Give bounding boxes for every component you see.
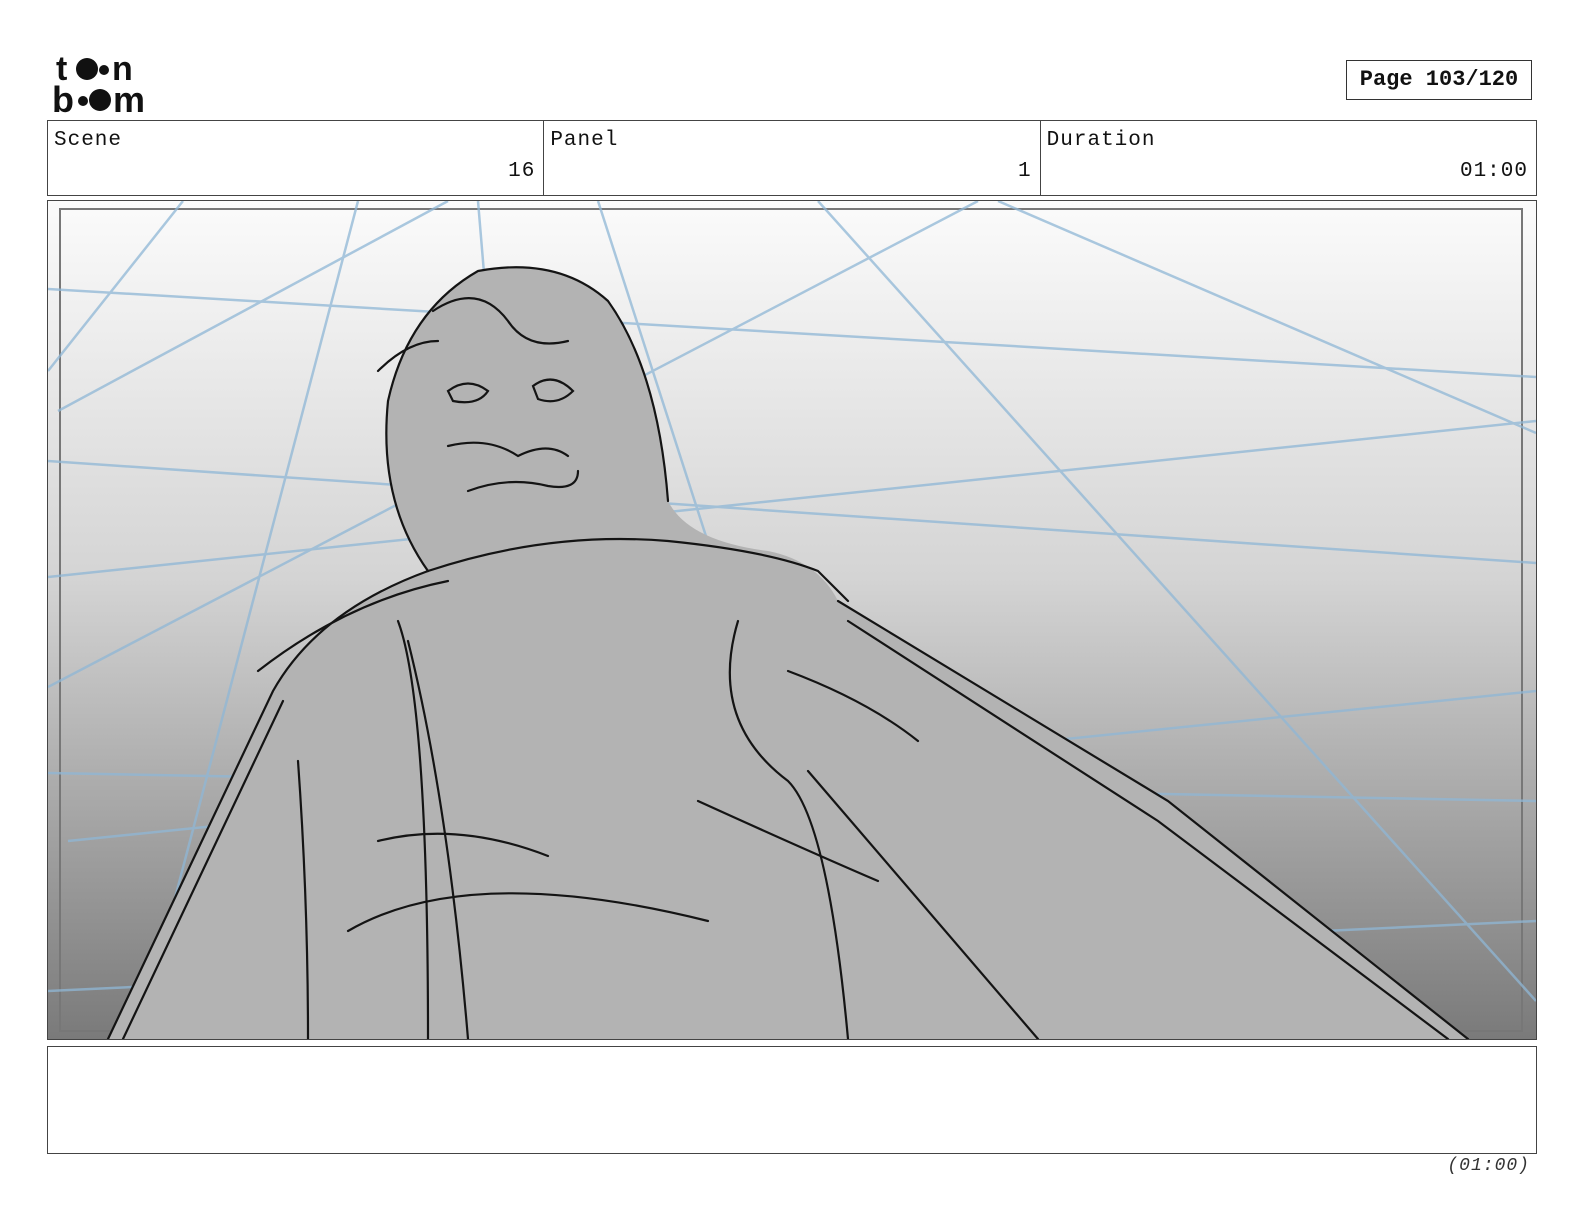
duration-label: Duration xyxy=(1046,129,1156,152)
duration-value: 01:00 xyxy=(1459,160,1528,183)
scene-label: Scene xyxy=(54,129,123,152)
footer-duration: (01:00) xyxy=(1447,1156,1530,1176)
page-number: Page 103/120 xyxy=(1346,60,1532,100)
scene-value: 16 xyxy=(508,160,536,183)
svg-text:m: m xyxy=(113,79,145,114)
scene-cell: Scene 16 xyxy=(48,121,545,195)
duration-cell: Duration 01:00 xyxy=(1041,121,1536,195)
svg-text:b: b xyxy=(52,79,74,114)
panel-value: 1 xyxy=(1018,160,1032,183)
panel-notes-box xyxy=(47,1046,1537,1154)
toon-boom-logo: t n b m xyxy=(50,50,168,120)
storyboard-panel-image xyxy=(47,200,1537,1040)
panel-label: Panel xyxy=(550,129,619,152)
panel-cell: Panel 1 xyxy=(544,121,1041,195)
panel-info-table: Scene 16 Panel 1 Duration 01:00 xyxy=(47,120,1537,196)
